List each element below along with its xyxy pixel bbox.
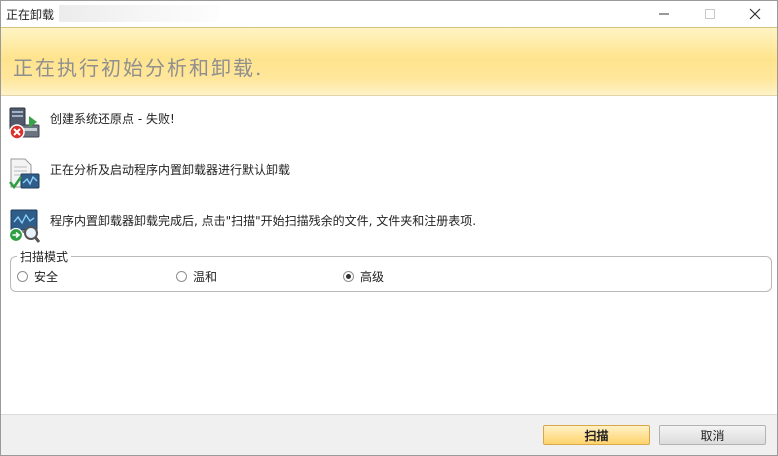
step-scan-instruction: 程序内置卸载器卸载完成后, 点击"扫描"开始扫描残余的文件, 文件夹和注册表项. [1, 208, 777, 248]
radio-moderate[interactable]: 温和 [176, 268, 217, 284]
radio-label: 安全 [34, 269, 59, 284]
title-bar: 正在卸载 [1, 1, 777, 27]
document-check-icon [7, 157, 41, 193]
blurred-program-name [59, 5, 219, 22]
scan-mode-legend: 扫描模式 [17, 248, 72, 265]
radio-button[interactable] [176, 270, 187, 282]
minimize-button[interactable] [641, 1, 687, 27]
banner-heading: 正在执行初始分析和卸载. [13, 56, 264, 80]
scan-monitor-icon [7, 208, 41, 244]
window-title: 正在卸载 [6, 8, 55, 22]
close-button[interactable] [732, 1, 777, 27]
scan-button[interactable]: 扫描 [543, 425, 650, 445]
radio-advanced[interactable]: 高级 [343, 268, 384, 284]
button-bar: 扫描 取消 [1, 414, 777, 455]
radio-label: 高级 [360, 269, 385, 284]
status-banner: 正在执行初始分析和卸载. [1, 27, 777, 96]
scan-mode-group: 扫描模式 安全 温和 高级 [10, 248, 772, 292]
restore-point-failed-icon [7, 106, 41, 142]
step-text: 正在分析及启动程序内置卸载器进行默认卸载 [50, 163, 291, 177]
step-analysis: 正在分析及启动程序内置卸载器进行默认卸载 [1, 157, 777, 197]
step-text: 程序内置卸载器卸载完成后, 点击"扫描"开始扫描残余的文件, 文件夹和注册表项. [50, 214, 477, 228]
close-icon [749, 8, 761, 20]
step-text: 创建系统还原点 - 失败! [50, 112, 175, 126]
uninstall-window: 正在卸载 正在执行初始分析和卸载. 创建系统还原点 - 失败! 正在分析及启动程… [0, 0, 778, 456]
cancel-button[interactable]: 取消 [659, 425, 766, 445]
maximize-icon [705, 9, 715, 19]
maximize-button[interactable] [687, 1, 733, 27]
minimize-icon [659, 13, 669, 15]
radio-button[interactable] [343, 270, 354, 282]
radio-button[interactable] [17, 270, 28, 282]
step-restore-point: 创建系统还原点 - 失败! [1, 106, 777, 146]
radio-label: 温和 [193, 269, 218, 284]
radio-safe[interactable]: 安全 [17, 268, 58, 284]
